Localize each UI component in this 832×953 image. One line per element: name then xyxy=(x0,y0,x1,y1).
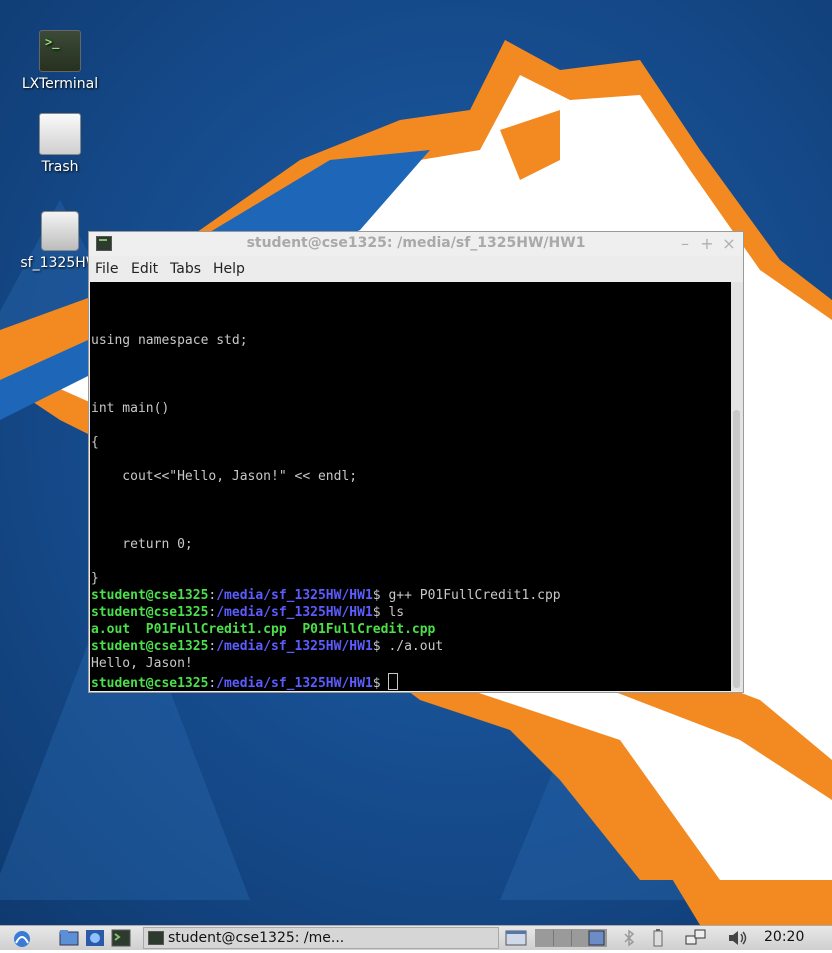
task-label: student@cse1325: /me... xyxy=(168,930,345,946)
menu-file[interactable]: File xyxy=(95,261,118,277)
terminal-output[interactable]: using namespace std; int main() { cout<<… xyxy=(90,282,731,691)
code-line: } xyxy=(91,571,99,586)
prompt-line: student@cse1325:/media/sf_1325HW/HW1$ ls xyxy=(91,605,405,620)
minimize-button[interactable]: – xyxy=(677,234,693,253)
menu-help[interactable]: Help xyxy=(213,261,245,277)
ls-output: a.out P01FullCredit1.cpp P01FullCredit.c… xyxy=(91,622,436,637)
file-manager-icon[interactable] xyxy=(59,929,79,947)
command-text: g++ P01FullCredit1.cpp xyxy=(388,588,561,603)
scrollbar-thumb[interactable] xyxy=(733,410,740,688)
taskbar: student@cse1325: /me... 20:20 xyxy=(0,925,832,950)
maximize-button[interactable]: + xyxy=(699,234,715,253)
desktop-icon-lxterminal[interactable]: >_ LXTerminal xyxy=(15,30,105,92)
start-menu-icon[interactable] xyxy=(8,929,36,947)
text-cursor xyxy=(388,673,399,690)
desktop-pager-icon[interactable] xyxy=(505,929,527,947)
command-text: ls xyxy=(388,605,405,620)
terminal-launcher-icon[interactable] xyxy=(111,929,131,947)
window-titlebar[interactable]: student@cse1325: /media/sf_1325HW/HW1 – … xyxy=(89,232,743,256)
terminal-icon: >_ xyxy=(39,30,81,72)
prompt-path: /media/sf_1325HW/HW1 xyxy=(216,588,373,603)
bluetooth-icon[interactable] xyxy=(622,929,636,947)
prompt-user: student@cse1325 xyxy=(91,605,209,620)
menu-bar: File Edit Tabs Help xyxy=(89,258,743,282)
desktop-icon-label: Trash xyxy=(41,159,79,175)
code-line: using namespace std; xyxy=(91,333,248,348)
battery-icon[interactable] xyxy=(652,929,664,947)
window-title: student@cse1325: /media/sf_1325HW/HW1 xyxy=(246,235,586,251)
code-line: { xyxy=(91,435,99,450)
program-output: Hello, Jason! xyxy=(91,656,193,671)
menu-edit[interactable]: Edit xyxy=(131,261,158,277)
clock[interactable]: 20:20 xyxy=(764,929,804,945)
prompt-user: student@cse1325 xyxy=(91,676,209,691)
terminal-icon xyxy=(148,931,164,945)
drive-icon xyxy=(41,211,79,251)
command-text: ./a.out xyxy=(388,639,444,654)
desktop-icon-trash[interactable]: Trash xyxy=(15,113,105,175)
terminal-scrollbar[interactable] xyxy=(731,282,743,691)
browser-icon[interactable] xyxy=(85,929,105,947)
desktop: >_ LXTerminal Trash sf_1325HW student@cs… xyxy=(0,0,832,925)
desktop-icon-label: LXTerminal xyxy=(21,76,99,92)
prompt-path: /media/sf_1325HW/HW1 xyxy=(216,605,373,620)
prompt-line: student@cse1325:/media/sf_1325HW/HW1$ ./… xyxy=(91,639,444,654)
close-button[interactable]: × xyxy=(721,234,737,253)
prompt-line: student@cse1325:/media/sf_1325HW/HW1$ g+… xyxy=(91,588,561,603)
trash-icon xyxy=(39,113,81,155)
menu-tabs[interactable]: Tabs xyxy=(170,261,201,277)
terminal-window[interactable]: student@cse1325: /media/sf_1325HW/HW1 – … xyxy=(88,231,744,693)
volume-icon[interactable] xyxy=(727,929,749,947)
network-icon[interactable] xyxy=(685,929,707,947)
prompt-user: student@cse1325 xyxy=(91,588,209,603)
prompt-path: /media/sf_1325HW/HW1 xyxy=(216,676,373,691)
code-line: return 0; xyxy=(91,537,193,552)
workspace-switcher[interactable] xyxy=(535,929,607,947)
prompt-line[interactable]: student@cse1325:/media/sf_1325HW/HW1$ xyxy=(91,673,399,691)
prompt-user: student@cse1325 xyxy=(91,639,209,654)
code-line: int main() xyxy=(91,401,170,416)
prompt-path: /media/sf_1325HW/HW1 xyxy=(216,639,373,654)
taskbar-task-terminal[interactable]: student@cse1325: /me... xyxy=(143,927,499,949)
code-line: cout<<"Hello, Jason!" << endl; xyxy=(91,469,358,484)
